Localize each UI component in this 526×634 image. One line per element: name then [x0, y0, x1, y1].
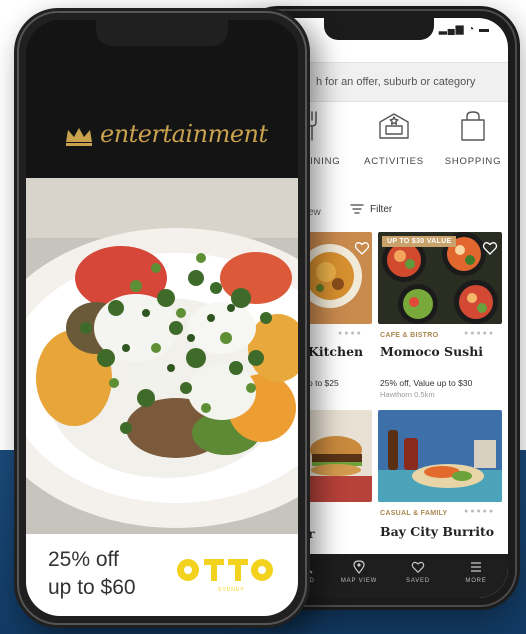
nav-more[interactable]: MORE: [458, 560, 494, 584]
nav-saved[interactable]: SAVED: [398, 560, 438, 584]
filter-label: Filter: [370, 203, 393, 215]
card-location: Hawthorn 0.5km: [380, 390, 435, 399]
nav-label: MAP VIEW: [340, 578, 378, 584]
category-activities[interactable]: ACTIVITIES: [354, 108, 434, 167]
card-title: Momoco Sushi: [380, 344, 484, 359]
offer-card-momoco-sushi[interactable]: UP TO $30 VALUE CAFE & BISTRO ●●●●● Momo…: [378, 232, 506, 402]
search-input[interactable]: h for an offer, suburb or category: [316, 76, 475, 88]
heart-icon: [411, 561, 425, 574]
category-label: SHOPPING: [444, 156, 502, 167]
food-photo: [26, 178, 298, 534]
nav-map-view[interactable]: MAP VIEW: [332, 560, 386, 584]
category-tag: CAFE & BISTRO: [380, 332, 439, 339]
crown-icon: [66, 128, 92, 146]
rating-dots: ●●●●: [338, 330, 363, 337]
filter-button[interactable]: Filter: [350, 203, 392, 215]
shopping-bag-icon: [461, 111, 485, 141]
status-bar-icons: ▂▄▆ ◔ ▬: [438, 24, 490, 35]
promo-value: up to $60: [48, 576, 136, 599]
category-label: ACTIVITIES: [364, 156, 424, 167]
offer-card-image: [308, 410, 372, 502]
card-title: Kitchen: [308, 344, 364, 359]
offer-card-image: [378, 410, 502, 502]
card-offer: p to $25: [308, 378, 339, 388]
category-shopping[interactable]: SHOPPING: [440, 108, 506, 167]
heart-icon[interactable]: [482, 240, 498, 256]
nav-label: SAVED: [406, 578, 430, 584]
ticket-icon: [379, 113, 409, 139]
card-offer: 25% off, Value up to $30: [380, 378, 473, 388]
card-title: Bay City Burrito: [380, 524, 495, 539]
promo-discount: 25% off: [48, 548, 119, 571]
menu-icon: [471, 562, 481, 572]
nav-label: MORE: [465, 578, 487, 584]
rating-dots: ●●●●●: [464, 508, 496, 515]
offer-card-bay-city-burrito[interactable]: CASUAL & FAMILY ●●●●● Bay City Burrito: [378, 410, 506, 550]
category-tag: CASUAL & FAMILY: [380, 510, 448, 517]
rating-dots: ●●●●●: [464, 330, 496, 337]
map-pin-icon: [353, 560, 365, 574]
heart-icon[interactable]: [354, 240, 370, 256]
front-phone: entertainment 25% off up to $60 SYDNEY: [14, 8, 310, 628]
brand-name: entertainment: [100, 120, 268, 148]
value-tag: UP TO $30 VALUE: [382, 236, 457, 247]
otto-logo: SYDNEY: [176, 556, 276, 601]
promo-panel[interactable]: 25% off up to $60 SYDNEY: [26, 534, 298, 616]
entertainment-logo: entertainment: [64, 120, 268, 148]
filter-icon: [350, 204, 364, 214]
svg-text:SYDNEY: SYDNEY: [218, 587, 245, 593]
front-phone-screen: entertainment 25% off up to $60 SYDNEY: [26, 20, 298, 616]
phone-notch: [324, 18, 434, 40]
phone-notch: [96, 20, 228, 46]
